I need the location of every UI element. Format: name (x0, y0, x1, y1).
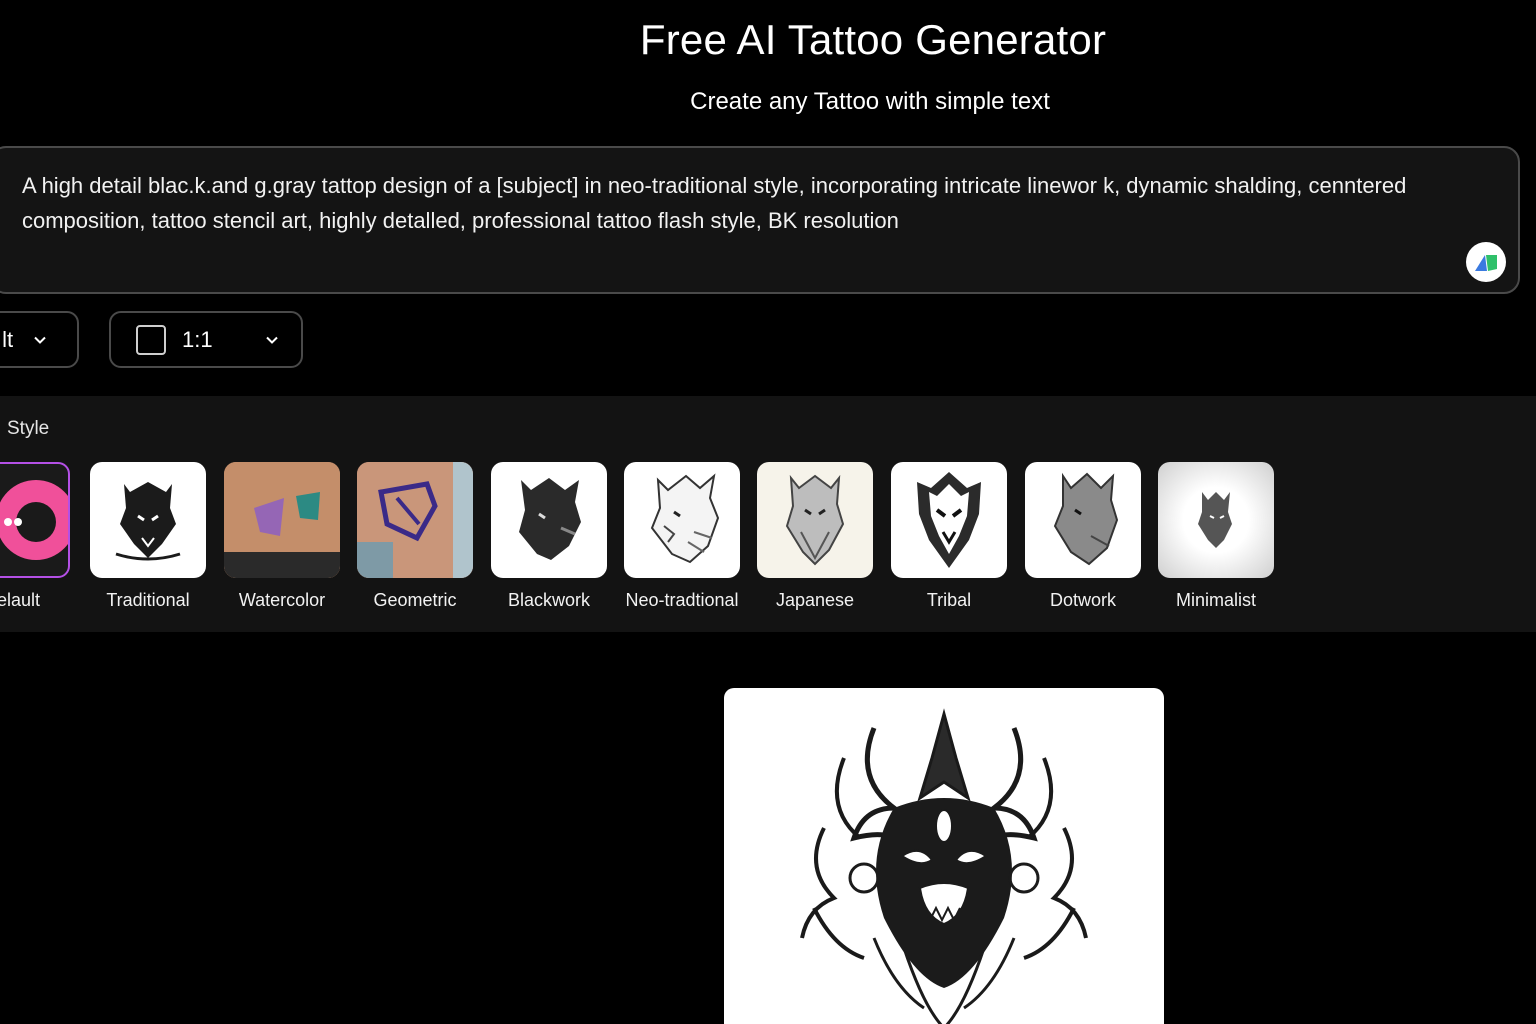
enhance-icon (1475, 255, 1497, 271)
page: Free AI Tattoo Generator Create any Tatt… (0, 0, 1536, 1024)
style-label: elault (0, 590, 40, 610)
style-label: Minimalist (1175, 590, 1256, 610)
style-option-traditional[interactable]: Traditional (90, 462, 206, 611)
style-label: Tribal (926, 590, 972, 610)
style-thumb-neo-traditional (624, 462, 740, 578)
prompt-text[interactable]: A high detail blac.k.and g.gray tattop d… (22, 168, 1502, 238)
wolf-icon (917, 472, 981, 568)
geometric-tattoo-photo (357, 462, 473, 578)
wolf-icon (1053, 472, 1119, 566)
style-option-blackwork[interactable]: Blackwork (491, 462, 607, 611)
style-thumb-minimalist (1158, 462, 1274, 578)
watercolor-tattoo-photo (224, 462, 340, 578)
style-heading: Style (7, 418, 50, 439)
chevron-down-icon (265, 336, 278, 344)
style-label: Dotwork (1049, 590, 1116, 610)
model-select-label: ılt (0, 326, 14, 352)
style-option-minimalist[interactable]: Minimalist (1158, 462, 1274, 611)
style-option-watercolor[interactable]: Watercolor (224, 462, 340, 611)
style-option-neo-traditional[interactable]: Neo-tradtional (624, 462, 740, 611)
model-select[interactable]: ılt (0, 311, 79, 368)
wolf-icon (1198, 492, 1232, 548)
style-thumb-watercolor (224, 462, 340, 578)
generated-tattoo-image[interactable] (724, 688, 1164, 1024)
enhance-prompt-button[interactable] (1466, 242, 1506, 282)
style-label: Japanese (775, 590, 855, 610)
style-label: Traditional (106, 590, 190, 610)
style-label: Geometric (373, 590, 457, 610)
aspect-ratio-square-icon (136, 324, 166, 355)
style-thumb-geometric (357, 462, 473, 578)
style-thumb-blackwork (491, 462, 607, 578)
style-option-default[interactable]: elault (0, 462, 70, 611)
page-subtitle: Create any Tattoo with simple text (690, 88, 1050, 115)
page-title: Free AI Tattoo Generator (639, 16, 1107, 63)
wolf-icon (115, 482, 181, 561)
style-option-japanese[interactable]: Japanese (757, 462, 873, 611)
prompt-textarea[interactable]: A high detail blac.k.and g.gray tattop d… (0, 146, 1520, 294)
style-option-tribal[interactable]: Tribal (891, 462, 1007, 611)
dragon-tattoo-artwork (800, 708, 1088, 1024)
wolf-icon (519, 478, 581, 560)
style-option-geometric[interactable]: Geometric (357, 462, 473, 611)
style-label: Neo-tradtional (625, 590, 739, 610)
wolf-icon (785, 474, 845, 566)
aspect-ratio-label: 1:1 (182, 326, 213, 352)
aspect-ratio-select[interactable]: 1:1 (109, 311, 303, 368)
style-panel: Style elault Traditional Watercolor Geom… (0, 396, 1536, 632)
smiley-logo-icon (0, 480, 68, 560)
style-option-dotwork[interactable]: Dotwork (1025, 462, 1141, 611)
style-thumb-tribal (891, 462, 1007, 578)
chevron-down-icon (34, 336, 46, 344)
style-thumb-default (0, 462, 70, 578)
style-label: Blackwork (507, 590, 591, 610)
style-label: Watercolor (238, 590, 326, 610)
style-thumb-traditional (90, 462, 206, 578)
style-thumb-japanese (757, 462, 873, 578)
wolf-icon (650, 473, 720, 564)
style-thumb-dotwork (1025, 462, 1141, 578)
